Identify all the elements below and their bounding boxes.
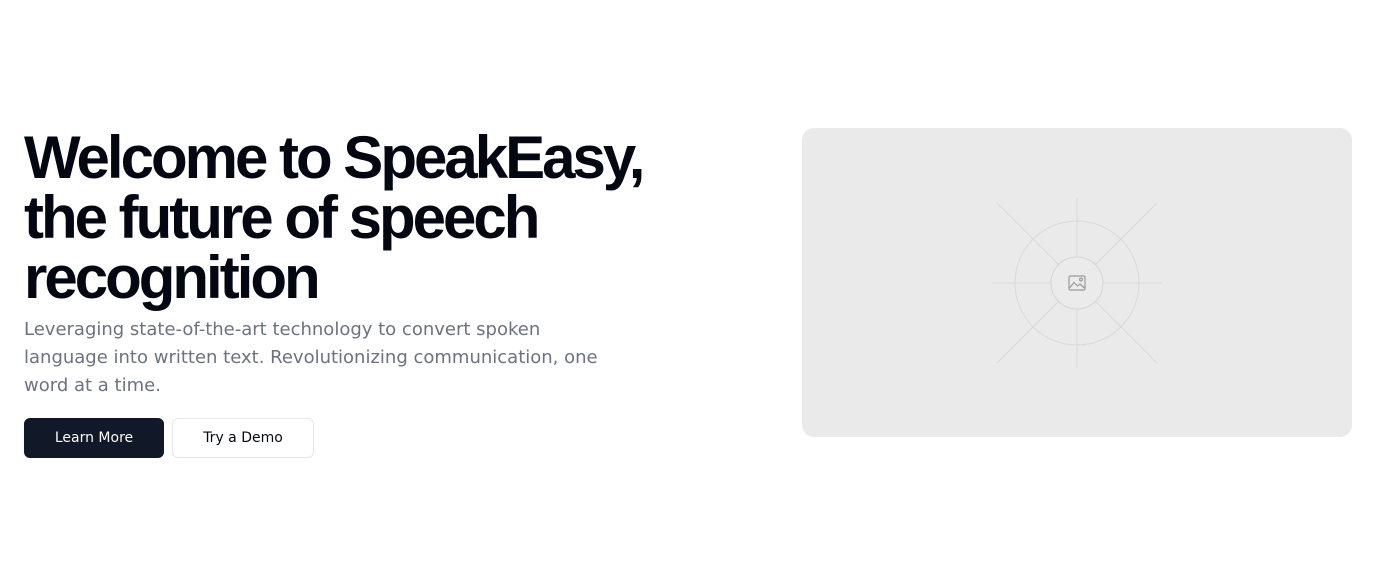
headline-line-1: Welcome to SpeakEasy, xyxy=(24,124,645,191)
subtitle-line-2: language into written text. Revolutioniz… xyxy=(24,347,598,368)
hero-headline: Welcome to SpeakEasy, the future of spee… xyxy=(24,128,704,308)
hero-subtitle: Leveraging state-of-the-art technology t… xyxy=(24,316,634,400)
hero-text-column: Welcome to SpeakEasy, the future of spee… xyxy=(24,128,704,458)
placeholder-graphic xyxy=(992,198,1162,368)
headline-line-2: the future of speech xyxy=(24,184,540,251)
headline-line-3: recognition xyxy=(24,244,321,311)
hero-actions: Learn More Try a Demo xyxy=(24,418,704,458)
hero-image-placeholder xyxy=(802,128,1352,437)
hero-section: Welcome to SpeakEasy, the future of spee… xyxy=(0,0,1376,584)
try-demo-button[interactable]: Try a Demo xyxy=(172,418,314,458)
learn-more-button[interactable]: Learn More xyxy=(24,418,164,458)
subtitle-line-1: Leveraging state-of-the-art technology t… xyxy=(24,319,541,340)
subtitle-line-3: word at a time. xyxy=(24,375,161,396)
